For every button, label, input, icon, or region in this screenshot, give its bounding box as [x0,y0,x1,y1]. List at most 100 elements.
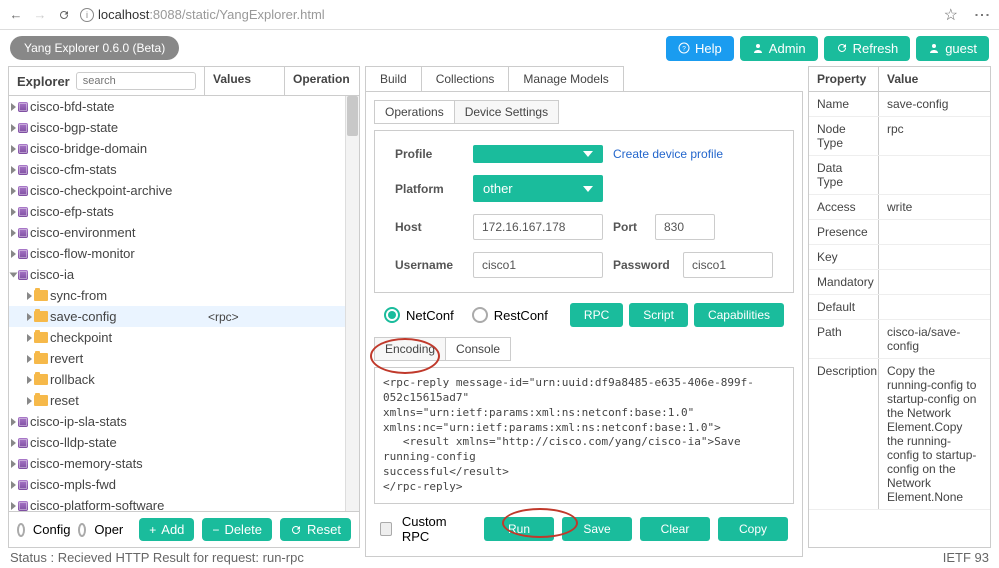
expand-icon [11,481,16,489]
add-button[interactable]: + Add [139,518,194,541]
tree-label: cisco-bgp-state [30,120,118,135]
prop-key: Path [809,320,879,358]
expand-icon [27,376,32,384]
tree-value [205,356,285,362]
tree-item-rollback[interactable]: rollback [9,369,359,390]
tree-item-cisco-efp-stats[interactable]: cisco-efp-stats [9,201,359,222]
tree-item-cisco-bridge-domain[interactable]: cisco-bridge-domain [9,138,359,159]
port-input[interactable] [655,214,715,240]
reload-button[interactable] [56,7,72,23]
tree-item-cisco-memory-stats[interactable]: cisco-memory-stats [9,453,359,474]
prop-row: Default [809,295,990,320]
tree-item-checkpoint[interactable]: checkpoint [9,327,359,348]
tree-label: cisco-platform-software [30,498,164,511]
tree-label: revert [50,351,83,366]
refresh-button[interactable]: Refresh [824,36,911,61]
tree-item-cisco-mpls-fwd[interactable]: cisco-mpls-fwd [9,474,359,495]
custom-rpc-checkbox[interactable] [380,522,392,536]
admin-button[interactable]: Admin [740,36,818,61]
password-input[interactable] [683,252,773,278]
profile-select[interactable] [473,145,603,163]
expand-icon [11,145,16,153]
forward-button[interactable]: → [32,7,48,23]
tree-item-revert[interactable]: revert [9,348,359,369]
tree-item-cisco-bfd-state[interactable]: cisco-bfd-state [9,96,359,117]
delete-button[interactable]: − Delete [202,518,272,541]
script-button[interactable]: Script [629,303,688,327]
tree-view[interactable]: cisco-bfd-state cisco-bgp-state cisco-brid… [9,96,359,511]
folder-icon [34,332,48,343]
tree-item-cisco-lldp-state[interactable]: cisco-lldp-state [9,432,359,453]
search-input[interactable] [76,72,196,90]
tree-label: cisco-ia [30,267,74,282]
tree-item-cisco-ip-sla-stats[interactable]: cisco-ip-sla-stats [9,411,359,432]
custom-rpc-label: Custom RPC [402,514,464,544]
tree-label: cisco-environment [30,225,136,240]
port-label: Port [613,220,645,234]
clear-button[interactable]: Clear [640,517,710,541]
tab-operations[interactable]: Operations [374,100,455,124]
tree-item-sync-from[interactable]: sync-from [9,285,359,306]
folder-icon [34,395,48,406]
tree-value [205,125,285,131]
tab-manage-models[interactable]: Manage Models [509,66,623,91]
tree-item-cisco-cfm-stats[interactable]: cisco-cfm-stats [9,159,359,180]
module-icon [18,270,28,280]
explorer-title: Explorer [17,74,70,89]
tree-item-cisco-bgp-state[interactable]: cisco-bgp-state [9,117,359,138]
tree-value [205,209,285,215]
reset-button[interactable]: Reset [280,518,351,541]
tree-item-save-config[interactable]: save-config<rpc> [9,306,359,327]
tree-item-reset[interactable]: reset [9,390,359,411]
url-host: localhost [98,7,149,22]
profile-label: Profile [395,147,463,161]
tree-item-cisco-platform-software[interactable]: cisco-platform-software [9,495,359,511]
netconf-radio[interactable] [384,307,400,323]
bookmark-icon[interactable]: ☆ [944,5,958,25]
tree-value [205,272,285,278]
browser-menu-icon[interactable]: ⋮ [972,7,991,23]
restconf-label: RestConf [494,308,548,323]
expand-icon [11,187,16,195]
rpc-button[interactable]: RPC [570,303,623,327]
tree-item-cisco-environment[interactable]: cisco-environment [9,222,359,243]
module-icon [18,207,28,217]
prop-value [879,270,990,294]
username-label: Username [395,258,463,272]
username-input[interactable] [473,252,603,278]
expand-icon [11,208,16,216]
user-icon [928,42,940,54]
tab-collections[interactable]: Collections [422,66,510,91]
prop-key: Data Type [809,156,879,194]
tree-item-cisco-flow-monitor[interactable]: cisco-flow-monitor [9,243,359,264]
prop-key: Description [809,359,879,509]
reload-icon [58,9,70,21]
host-input[interactable] [473,214,603,240]
prop-value [879,156,990,194]
restconf-radio[interactable] [472,307,488,323]
values-header: Values [205,67,285,95]
password-label: Password [613,258,673,272]
tree-label: cisco-flow-monitor [30,246,135,261]
tree-value [205,419,285,425]
platform-select[interactable]: other [473,175,603,202]
copy-button[interactable]: Copy [718,517,788,541]
create-profile-link[interactable]: Create device profile [613,147,723,161]
tree-scrollbar[interactable] [345,96,359,511]
tree-item-cisco-ia[interactable]: cisco-ia [9,264,359,285]
oper-radio[interactable] [78,523,86,537]
module-icon [18,102,28,112]
prop-row: Presence [809,220,990,245]
tab-build[interactable]: Build [365,66,422,91]
tree-item-cisco-checkpoint-archive[interactable]: cisco-checkpoint-archive [9,180,359,201]
config-radio[interactable] [17,523,25,537]
tab-device-settings[interactable]: Device Settings [455,100,559,124]
prop-row: Node Typerpc [809,117,990,156]
capabilities-button[interactable]: Capabilities [694,303,784,327]
help-button[interactable]: ?Help [666,36,734,61]
tab-console[interactable]: Console [446,337,511,361]
back-button[interactable]: ← [8,7,24,23]
module-icon [18,438,28,448]
url-bar[interactable]: i localhost:8088/static/YangExplorer.htm… [80,7,936,22]
guest-button[interactable]: guest [916,36,989,61]
